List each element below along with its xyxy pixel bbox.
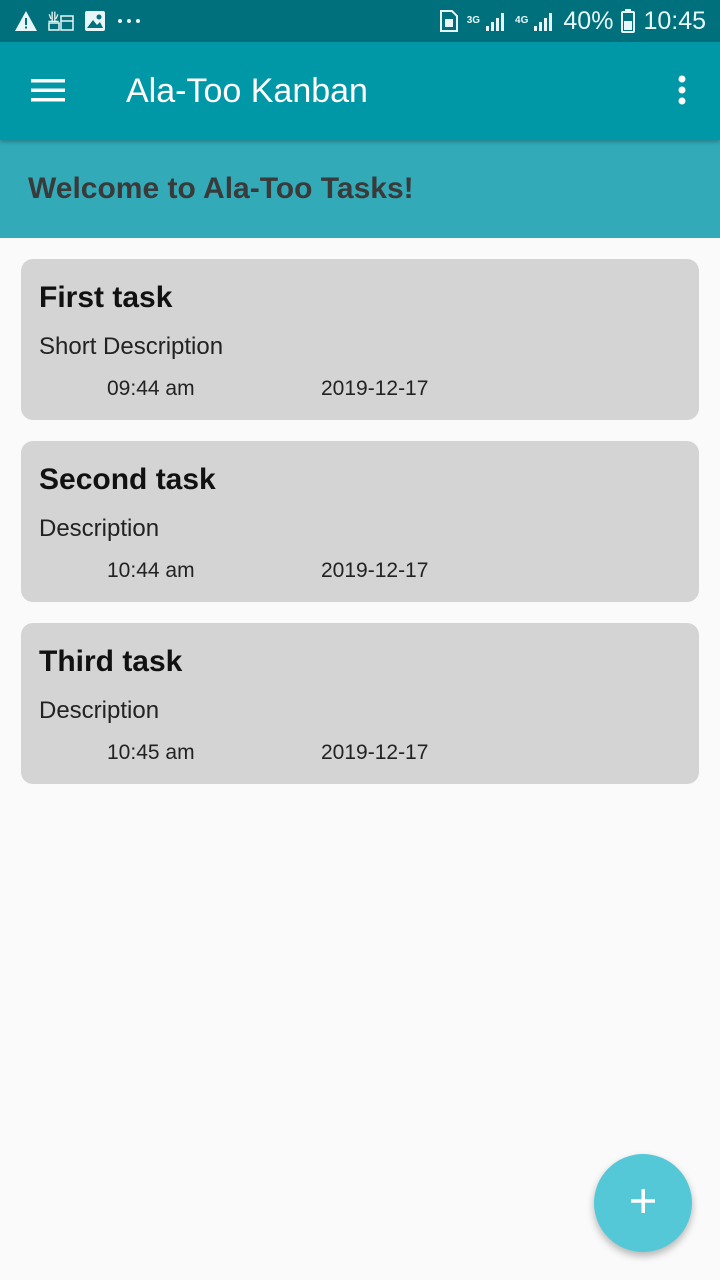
image-icon [84,10,106,32]
task-date: 2019-12-17 [321,741,429,764]
more-notifications-icon [116,17,144,25]
task-card[interactable]: Second task Description 10:44 am 2019-12… [21,441,699,602]
more-vert-icon [677,75,687,110]
battery-icon [621,9,636,33]
add-task-button[interactable] [594,1154,692,1252]
menu-button[interactable] [26,70,70,114]
signal-icon [533,10,555,32]
task-time: 10:45 am [107,741,195,764]
network-type-3g: 3G [466,14,481,26]
task-description: Description [39,697,160,724]
task-title: Second task [39,463,216,496]
signal-icon [485,10,507,32]
clock: 10:45 [643,6,706,35]
app-bar: Ala-Too Kanban [0,42,720,140]
task-description: Description [39,515,160,542]
svg-text:业: 业 [48,10,59,24]
task-date: 2019-12-17 [321,559,429,582]
system-icons: 3G 4G 40% 10:45 [439,7,706,36]
hamburger-menu-icon [31,78,65,107]
task-title: Third task [39,645,183,678]
overflow-menu-button[interactable] [662,70,702,114]
task-time: 09:44 am [107,377,195,400]
task-title: First task [39,281,173,314]
welcome-banner: Welcome to Ala-Too Tasks! [0,140,720,238]
task-card[interactable]: Third task Description 10:45 am 2019-12-… [21,623,699,784]
notification-icons: 业 [14,10,144,32]
status-bar: 业 3G 4G 40% 10:45 [0,0,720,42]
task-time: 10:44 am [107,559,195,582]
task-card[interactable]: First task Short Description 09:44 am 20… [21,259,699,420]
sim-card-icon [439,9,459,33]
task-description: Short Description [39,333,224,360]
add-icon [629,1187,657,1220]
job-badge-icon: 业 [48,10,74,32]
task-date: 2019-12-17 [321,377,429,400]
welcome-text: Welcome to Ala-Too Tasks! [28,172,414,205]
warning-icon [14,10,38,32]
app-title: Ala-Too Kanban [126,72,368,110]
battery-percentage: 40% [563,6,614,35]
network-type-4g: 4G [515,14,529,26]
